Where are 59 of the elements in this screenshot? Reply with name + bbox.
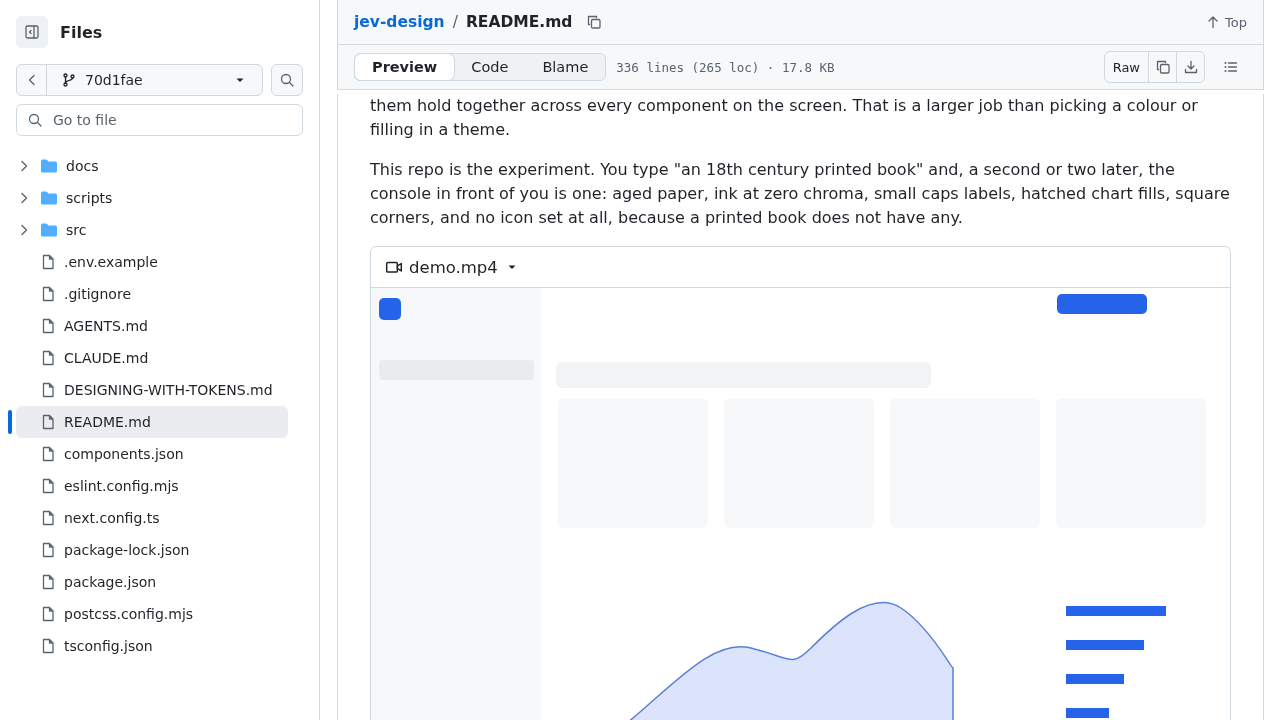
file-tree-item[interactable]: .env.example <box>16 246 288 278</box>
file-icon <box>40 478 56 494</box>
sidebar-toggle-icon <box>24 24 40 40</box>
file-tree-item[interactable]: next.config.ts <box>16 502 288 534</box>
file-icon <box>40 574 56 590</box>
file-tree-item[interactable]: eslint.config.mjs <box>16 470 288 502</box>
file-tree-item[interactable]: postcss.config.mjs <box>16 598 288 630</box>
file-icon <box>40 382 56 398</box>
go-to-file-field[interactable]: Go to file <box>16 104 303 136</box>
file-info: 336 lines (265 loc) · 17.8 KB <box>616 59 835 75</box>
branch-dropdown[interactable]: 70d1fae <box>47 65 262 95</box>
folder-icon <box>40 158 58 174</box>
file-icon <box>40 254 56 270</box>
file-tree-item[interactable]: docs <box>16 150 288 182</box>
file-icon <box>40 638 56 654</box>
file-tree-item[interactable]: tsconfig.json <box>16 630 288 662</box>
view-tab[interactable]: Preview <box>355 54 455 80</box>
view-tab[interactable]: Blame <box>525 54 606 80</box>
top-button[interactable]: Top <box>1205 14 1247 30</box>
path-separator: / <box>452 13 458 31</box>
sidebar-title: Files <box>60 22 103 42</box>
file-icon <box>40 606 56 622</box>
file-tree-item[interactable]: CLAUDE.md <box>16 342 288 374</box>
branch-icon <box>61 72 77 88</box>
search-button[interactable] <box>271 64 303 96</box>
file-icon <box>40 414 56 430</box>
file-icon <box>40 510 56 526</box>
selection-indicator <box>8 410 12 434</box>
file-icon <box>40 350 56 366</box>
view-tab[interactable]: Code <box>454 54 526 80</box>
copy-icon <box>1154 59 1171 75</box>
video-title-dropdown[interactable]: demo.mp4 <box>385 257 520 277</box>
file-tree-item[interactable]: DESIGNING-WITH-TOKENS.md <box>16 374 288 406</box>
download-icon <box>1182 59 1199 75</box>
search-icon <box>279 72 295 88</box>
folder-icon <box>40 190 58 206</box>
file-tree-item[interactable]: package.json <box>16 566 288 598</box>
file-name: README.md <box>465 13 573 31</box>
go-to-file-input[interactable]: Go to file <box>51 111 292 129</box>
file-tree-item[interactable]: package-lock.json <box>16 534 288 566</box>
raw-button[interactable]: Raw <box>1104 52 1148 82</box>
file-tree-item[interactable]: README.md <box>16 406 288 438</box>
copy-icon <box>586 14 603 30</box>
file-icon <box>40 542 56 558</box>
readme-paragraph: This repo is the experiment. You type "an 18th century printed book" and, a second or two later, the console in front of you is one: aged paper, ink at zero chroma, small caps labels, hatched chart fills, square corners, and no icon set at all, because a printed book does not have any. <box>370 159 1231 229</box>
readme-paragraph: them hold together across every component on the screen. That is a larger job than picking a colour or filling in a theme. <box>370 95 1199 141</box>
file-icon <box>40 446 56 462</box>
repo-link[interactable]: jev-design <box>354 13 445 31</box>
file-tree-item[interactable]: scripts <box>16 182 288 214</box>
outline-icon <box>1223 59 1239 75</box>
sidebar-toggle-button[interactable] <box>16 16 48 48</box>
file-tree-item[interactable]: components.json <box>16 438 288 470</box>
search-icon <box>27 112 43 128</box>
file-tree-item[interactable]: .gitignore <box>16 278 288 310</box>
folder-icon <box>40 222 58 238</box>
file-tree-item[interactable]: AGENTS.md <box>16 310 288 342</box>
file-icon <box>40 318 56 334</box>
file-icon <box>40 286 56 302</box>
file-tree-item[interactable]: src <box>16 214 288 246</box>
